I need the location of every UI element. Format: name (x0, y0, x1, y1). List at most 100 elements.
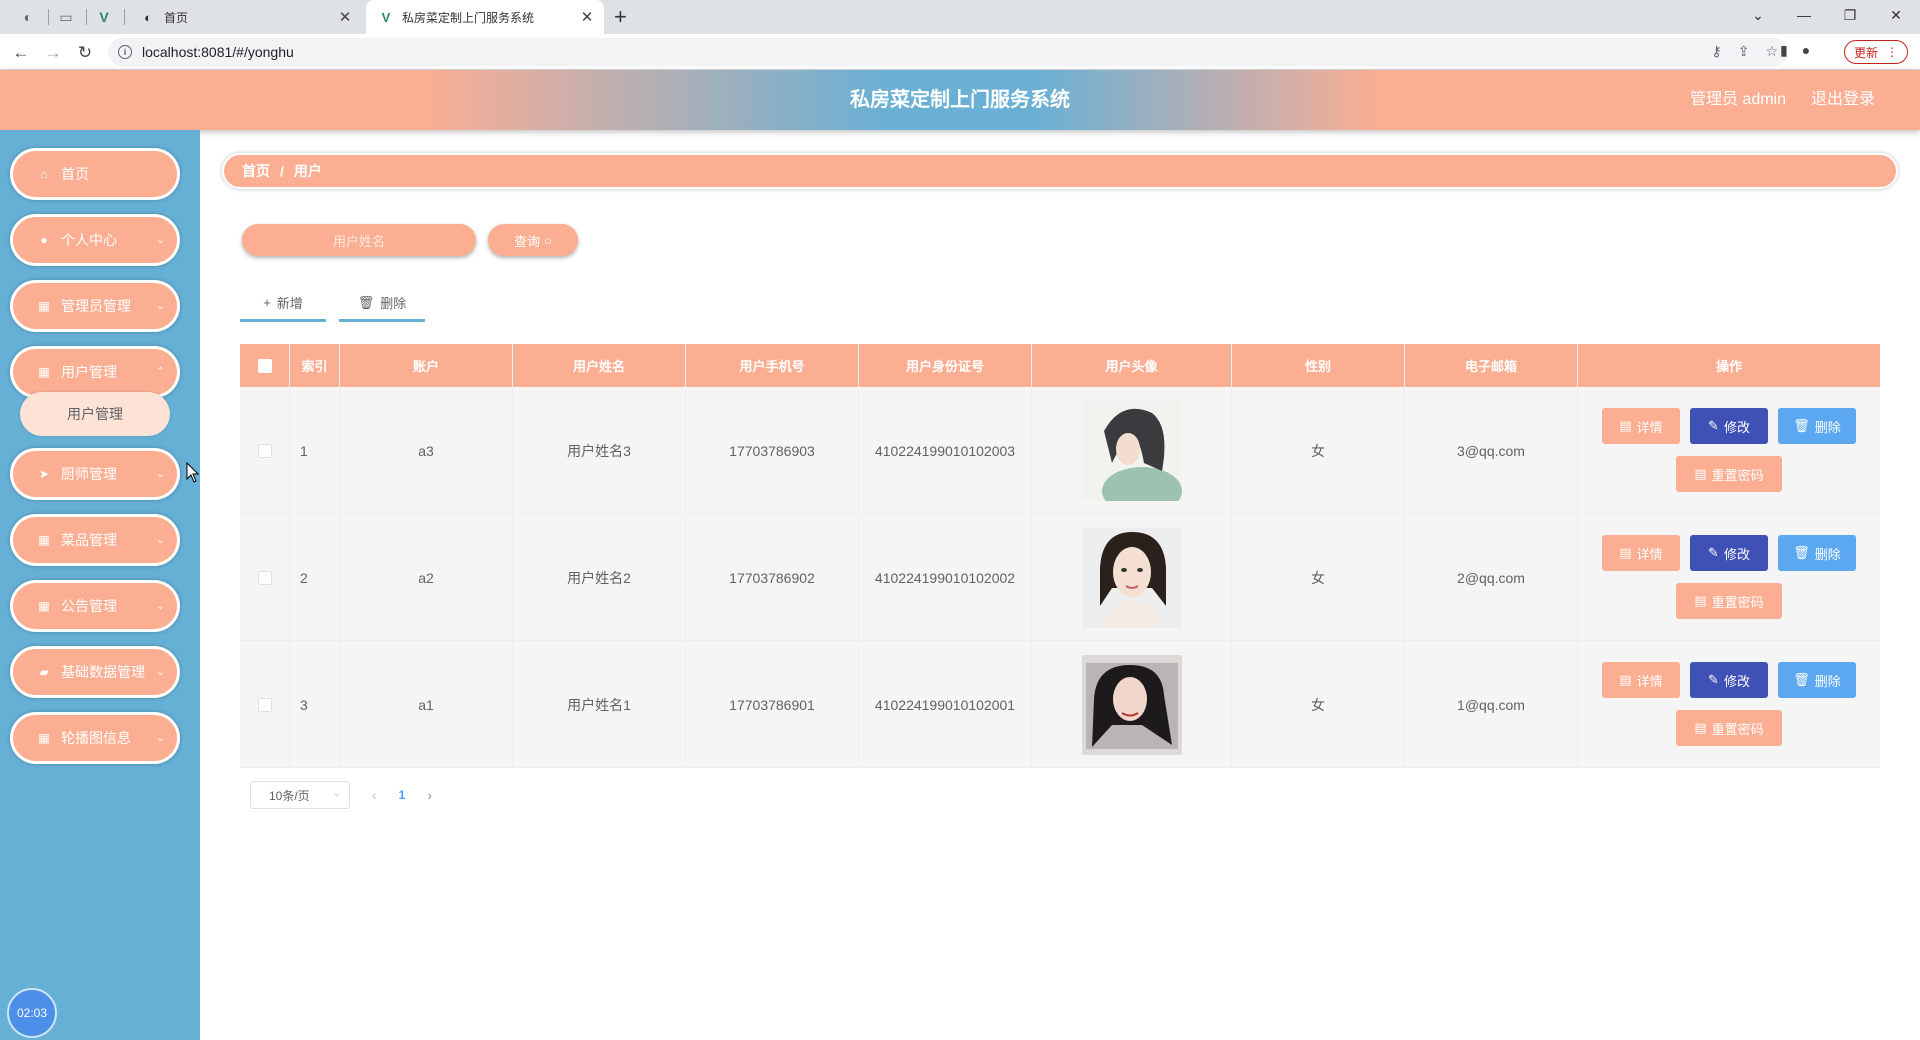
edit-button[interactable]: ✎ 修改 (1690, 408, 1768, 444)
back-icon[interactable]: ← (8, 40, 34, 66)
next-page-icon[interactable]: › (427, 787, 432, 803)
cell-phone: 17703786903 (686, 387, 859, 514)
table-header: 索引 账户 用户姓名 用户手机号 用户身份证号 用户头像 性别 电子邮箱 操作 (240, 344, 1880, 387)
reset-password-button[interactable]: ▤ 重置密码 (1676, 456, 1782, 492)
avatar[interactable] (1081, 527, 1182, 628)
sidebar-item-profile[interactable]: ● 个人中心 ⌄ (10, 214, 180, 266)
restore-icon[interactable]: ❐ (1828, 0, 1872, 30)
page-number[interactable]: 1 (399, 788, 406, 802)
pagination: 10条/页 ⌄ ‹ 1 › (250, 781, 432, 809)
tab-active[interactable]: V 私房菜定制上门服务系统 ✕ (366, 0, 604, 34)
pinned-tab[interactable]: ▭ (52, 0, 80, 34)
batch-delete-button[interactable]: 🗑 删除 (339, 286, 425, 322)
sidebar-item-label: 用户管理 (61, 364, 117, 380)
row-checkbox[interactable] (257, 697, 272, 712)
pinned-tab[interactable]: ◐ (14, 0, 42, 34)
breadcrumb-home[interactable]: 首页 (242, 161, 270, 181)
avatar[interactable] (1081, 654, 1182, 755)
close-icon[interactable]: ✕ (336, 8, 354, 26)
profile-icon[interactable]: ● (1802, 42, 1810, 59)
sidebar-item-home[interactable]: ⌂ 首页 (10, 148, 180, 200)
cell-gender: 女 (1232, 641, 1405, 768)
reset-password-button[interactable]: ▤ 重置密码 (1676, 710, 1782, 746)
url-text: localhost:8081/#/yonghu (142, 44, 294, 60)
tab-home[interactable]: ◐ 首页 ✕ (130, 0, 362, 34)
detail-button[interactable]: ▤ 详情 (1602, 662, 1680, 698)
delete-button[interactable]: 🗑 删除 (1778, 662, 1856, 698)
cell-gender: 女 (1232, 514, 1405, 641)
sidebar: ⌂ 首页 ● 个人中心 ⌄ ▦ 管理员管理 ⌄ ▦ 用户管理 ⌃ 用户管理 ➤ … (0, 130, 200, 1040)
table-row: 3 a1 用户姓名1 17703786901 41022419901010200… (240, 641, 1880, 768)
edit-button[interactable]: ✎ 修改 (1690, 535, 1768, 571)
timer-badge: 02:03 (7, 988, 57, 1038)
search-input[interactable]: 用户姓名 (242, 224, 476, 256)
logout-link[interactable]: 退出登录 (1811, 70, 1875, 130)
plus-icon: + (263, 295, 271, 310)
globe-icon: ◐ (144, 9, 152, 25)
breadcrumb-separator: / (280, 163, 284, 179)
sidebar-item-admins[interactable]: ▦ 管理员管理 ⌄ (10, 280, 180, 332)
vue-icon: V (99, 9, 109, 25)
tab-search-icon[interactable]: ⌄ (1736, 0, 1780, 30)
sidepanel-icon[interactable]: ▮ (1780, 42, 1788, 59)
key-icon[interactable]: ⚷ (1711, 43, 1721, 60)
forward-icon[interactable]: → (40, 40, 66, 66)
delete-button[interactable]: 🗑 删除 (1778, 535, 1856, 571)
address-bar[interactable]: i localhost:8081/#/yonghu ⚷ ⇪ ☆ (108, 38, 1788, 66)
cell-index: 3 (290, 641, 340, 768)
trash-icon: 🗑 (357, 294, 375, 310)
cell-avatar (1032, 514, 1232, 641)
sidebar-item-dishes[interactable]: ▦ 菜品管理 ⌄ (10, 514, 180, 566)
document-icon: ▤ (1694, 720, 1707, 735)
minimize-icon[interactable]: — (1782, 0, 1826, 30)
share-icon[interactable]: ⇪ (1738, 43, 1750, 60)
new-tab-icon[interactable]: + (614, 4, 627, 30)
delete-label: 删除 (1814, 673, 1841, 689)
sidebar-item-users[interactable]: ▦ 用户管理 ⌃ (10, 346, 180, 398)
reset-password-button[interactable]: ▤ 重置密码 (1676, 583, 1782, 619)
edit-label: 修改 (1723, 419, 1750, 435)
avatar[interactable] (1081, 400, 1182, 501)
row-checkbox[interactable] (257, 570, 272, 585)
add-button[interactable]: + 新增 (240, 286, 326, 322)
delete-label: 删除 (1814, 419, 1841, 435)
sidebar-item-label: 厨师管理 (61, 466, 117, 482)
star-icon[interactable]: ☆ (1765, 43, 1778, 60)
browser-tabbar: ◐ ▭ V ◐ 首页 ✕ V 私房菜定制上门服务系统 ✕ + ⌄ — ❐ ✕ (0, 0, 1920, 34)
tab-divider (86, 9, 87, 25)
close-icon[interactable]: ✕ (578, 8, 596, 26)
tab-divider (48, 9, 49, 25)
edit-button[interactable]: ✎ 修改 (1690, 662, 1768, 698)
page-size-select[interactable]: 10条/页 ⌄ (250, 781, 350, 809)
detail-button[interactable]: ▤ 详情 (1602, 408, 1680, 444)
current-user: 管理员 admin (1689, 91, 1786, 108)
sidebar-subitem-users[interactable]: 用户管理 (20, 392, 170, 436)
table-row: 2 a2 用户姓名2 17703786902 41022419901010200… (240, 514, 1880, 641)
page-size-value: 10条/页 (269, 788, 310, 803)
sidebar-item-notices[interactable]: ▦ 公告管理 ⌄ (10, 580, 180, 632)
cell-index: 1 (290, 387, 340, 514)
reload-icon[interactable]: ↻ (72, 40, 98, 66)
delete-button[interactable]: 🗑 删除 (1778, 408, 1856, 444)
col-header: 用户身份证号 (859, 344, 1032, 387)
sidebar-item-carousel[interactable]: ▦ 轮播图信息 ⌄ (10, 712, 180, 764)
delete-label: 删除 (1814, 546, 1841, 562)
cell-email: 1@qq.com (1405, 641, 1578, 768)
row-checkbox[interactable] (257, 443, 272, 458)
sidebar-item-chefs[interactable]: ➤ 厨师管理 ⌄ (10, 448, 180, 500)
sidebar-item-label: 基础数据管理 (61, 664, 145, 680)
update-button[interactable]: 更新 ⋮ (1844, 40, 1908, 64)
detail-button[interactable]: ▤ 详情 (1602, 535, 1680, 571)
chevron-down-icon: ⌄ (155, 300, 165, 312)
pinned-tab[interactable]: V (90, 0, 118, 34)
window-close-icon[interactable]: ✕ (1874, 0, 1918, 30)
prev-page-icon[interactable]: ‹ (372, 787, 377, 803)
cell-phone: 17703786901 (686, 641, 859, 768)
chevron-down-icon: ⌄ (155, 666, 165, 678)
cell-name: 用户姓名3 (513, 387, 686, 514)
select-all-checkbox[interactable] (257, 358, 272, 373)
info-icon[interactable]: i (118, 45, 132, 59)
search-button[interactable]: 查询 ○ (488, 224, 578, 256)
sidebar-item-basedata[interactable]: ▰ 基础数据管理 ⌄ (10, 646, 180, 698)
cell-actions: ▤ 详情 ✎ 修改 🗑 删除 ▤ 重置密码 (1578, 641, 1880, 768)
